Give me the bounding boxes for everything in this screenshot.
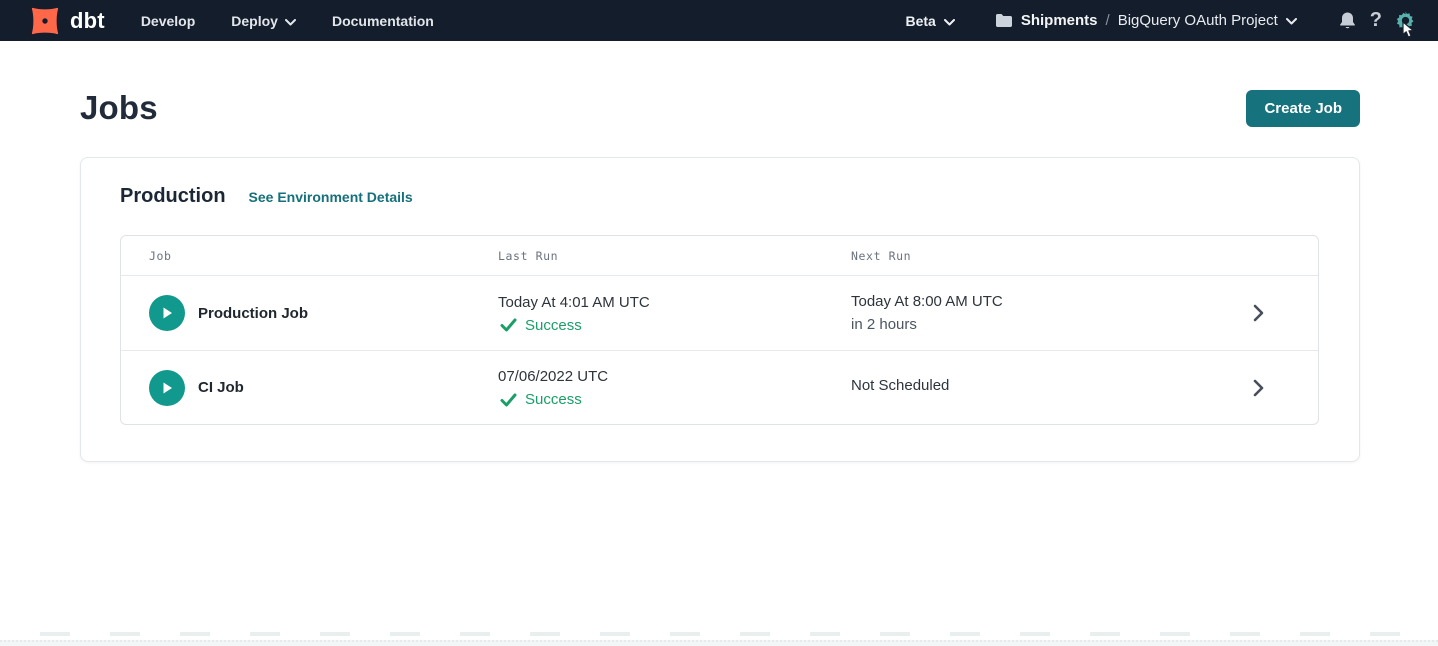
check-icon <box>500 393 517 407</box>
play-icon <box>159 380 175 396</box>
column-header-job: Job <box>121 249 498 263</box>
environment-title: Production <box>120 185 226 208</box>
chevron-down-icon <box>1286 12 1297 30</box>
table-header-row: Job Last Run Next Run <box>121 236 1318 276</box>
folder-icon <box>995 13 1013 28</box>
check-icon <box>500 318 517 332</box>
question-icon: ? <box>1370 9 1382 32</box>
job-row-production[interactable]: Production Job Today At 4:01 AM UTC Succ… <box>121 276 1318 350</box>
page-title: Jobs <box>80 89 158 127</box>
chevron-down-icon <box>944 13 955 29</box>
last-run-time: 07/06/2022 UTC <box>498 367 851 387</box>
play-icon <box>159 305 175 321</box>
status-label: Success <box>525 317 582 334</box>
logo-wordmark: dbt <box>70 10 105 32</box>
page-bottom-dashes <box>0 632 1438 636</box>
chevron-right-icon <box>1253 304 1264 322</box>
page-bottom-band <box>0 640 1438 646</box>
column-header-next-run: Next Run <box>851 249 1198 263</box>
dbt-logo-icon <box>26 2 64 40</box>
top-nav: dbt Develop Deploy Documentation Beta <box>0 0 1438 41</box>
chevron-down-icon <box>285 13 296 29</box>
project-breadcrumb: Shipments / BigQuery OAuth Project <box>995 12 1297 30</box>
job-row-ci[interactable]: CI Job 07/06/2022 UTC Success Not Schedu… <box>121 350 1318 424</box>
column-header-last-run: Last Run <box>498 249 851 263</box>
nav-link-develop[interactable]: Develop <box>141 13 195 29</box>
help-button[interactable]: ? <box>1370 9 1382 32</box>
job-status: Success <box>498 391 851 408</box>
bell-icon <box>1338 11 1357 31</box>
environment-name[interactable]: BigQuery OAuth Project <box>1118 12 1278 29</box>
dbt-logo[interactable]: dbt <box>26 2 105 40</box>
job-name: CI Job <box>198 379 244 396</box>
nav-link-documentation[interactable]: Documentation <box>332 13 434 29</box>
see-environment-details-link[interactable]: See Environment Details <box>249 189 413 205</box>
create-job-button[interactable]: Create Job <box>1246 90 1360 127</box>
settings-button[interactable] <box>1395 10 1416 31</box>
beta-dropdown[interactable]: Beta <box>905 13 954 29</box>
page-header: Jobs Create Job <box>80 89 1360 127</box>
nav-link-deploy[interactable]: Deploy <box>231 13 296 29</box>
chevron-right-icon <box>1253 379 1264 397</box>
breadcrumb-separator: / <box>1106 12 1110 29</box>
notifications-button[interactable] <box>1338 11 1357 31</box>
project-name[interactable]: Shipments <box>1021 12 1098 29</box>
next-run-time: Not Scheduled <box>851 376 1198 396</box>
job-name: Production Job <box>198 305 308 322</box>
environment-header: Production See Environment Details <box>120 185 1319 208</box>
next-run-time: Today At 8:00 AM UTC <box>851 292 1198 312</box>
production-environment-card: Production See Environment Details Job L… <box>80 157 1360 462</box>
run-job-button[interactable] <box>149 295 185 331</box>
status-label: Success <box>525 391 582 408</box>
job-status: Success <box>498 317 851 334</box>
mouse-cursor-icon <box>1402 21 1416 42</box>
jobs-table: Job Last Run Next Run Production Job Tod… <box>120 235 1319 425</box>
next-run-note: in 2 hours <box>851 315 1198 335</box>
run-job-button[interactable] <box>149 370 185 406</box>
last-run-time: Today At 4:01 AM UTC <box>498 293 851 313</box>
